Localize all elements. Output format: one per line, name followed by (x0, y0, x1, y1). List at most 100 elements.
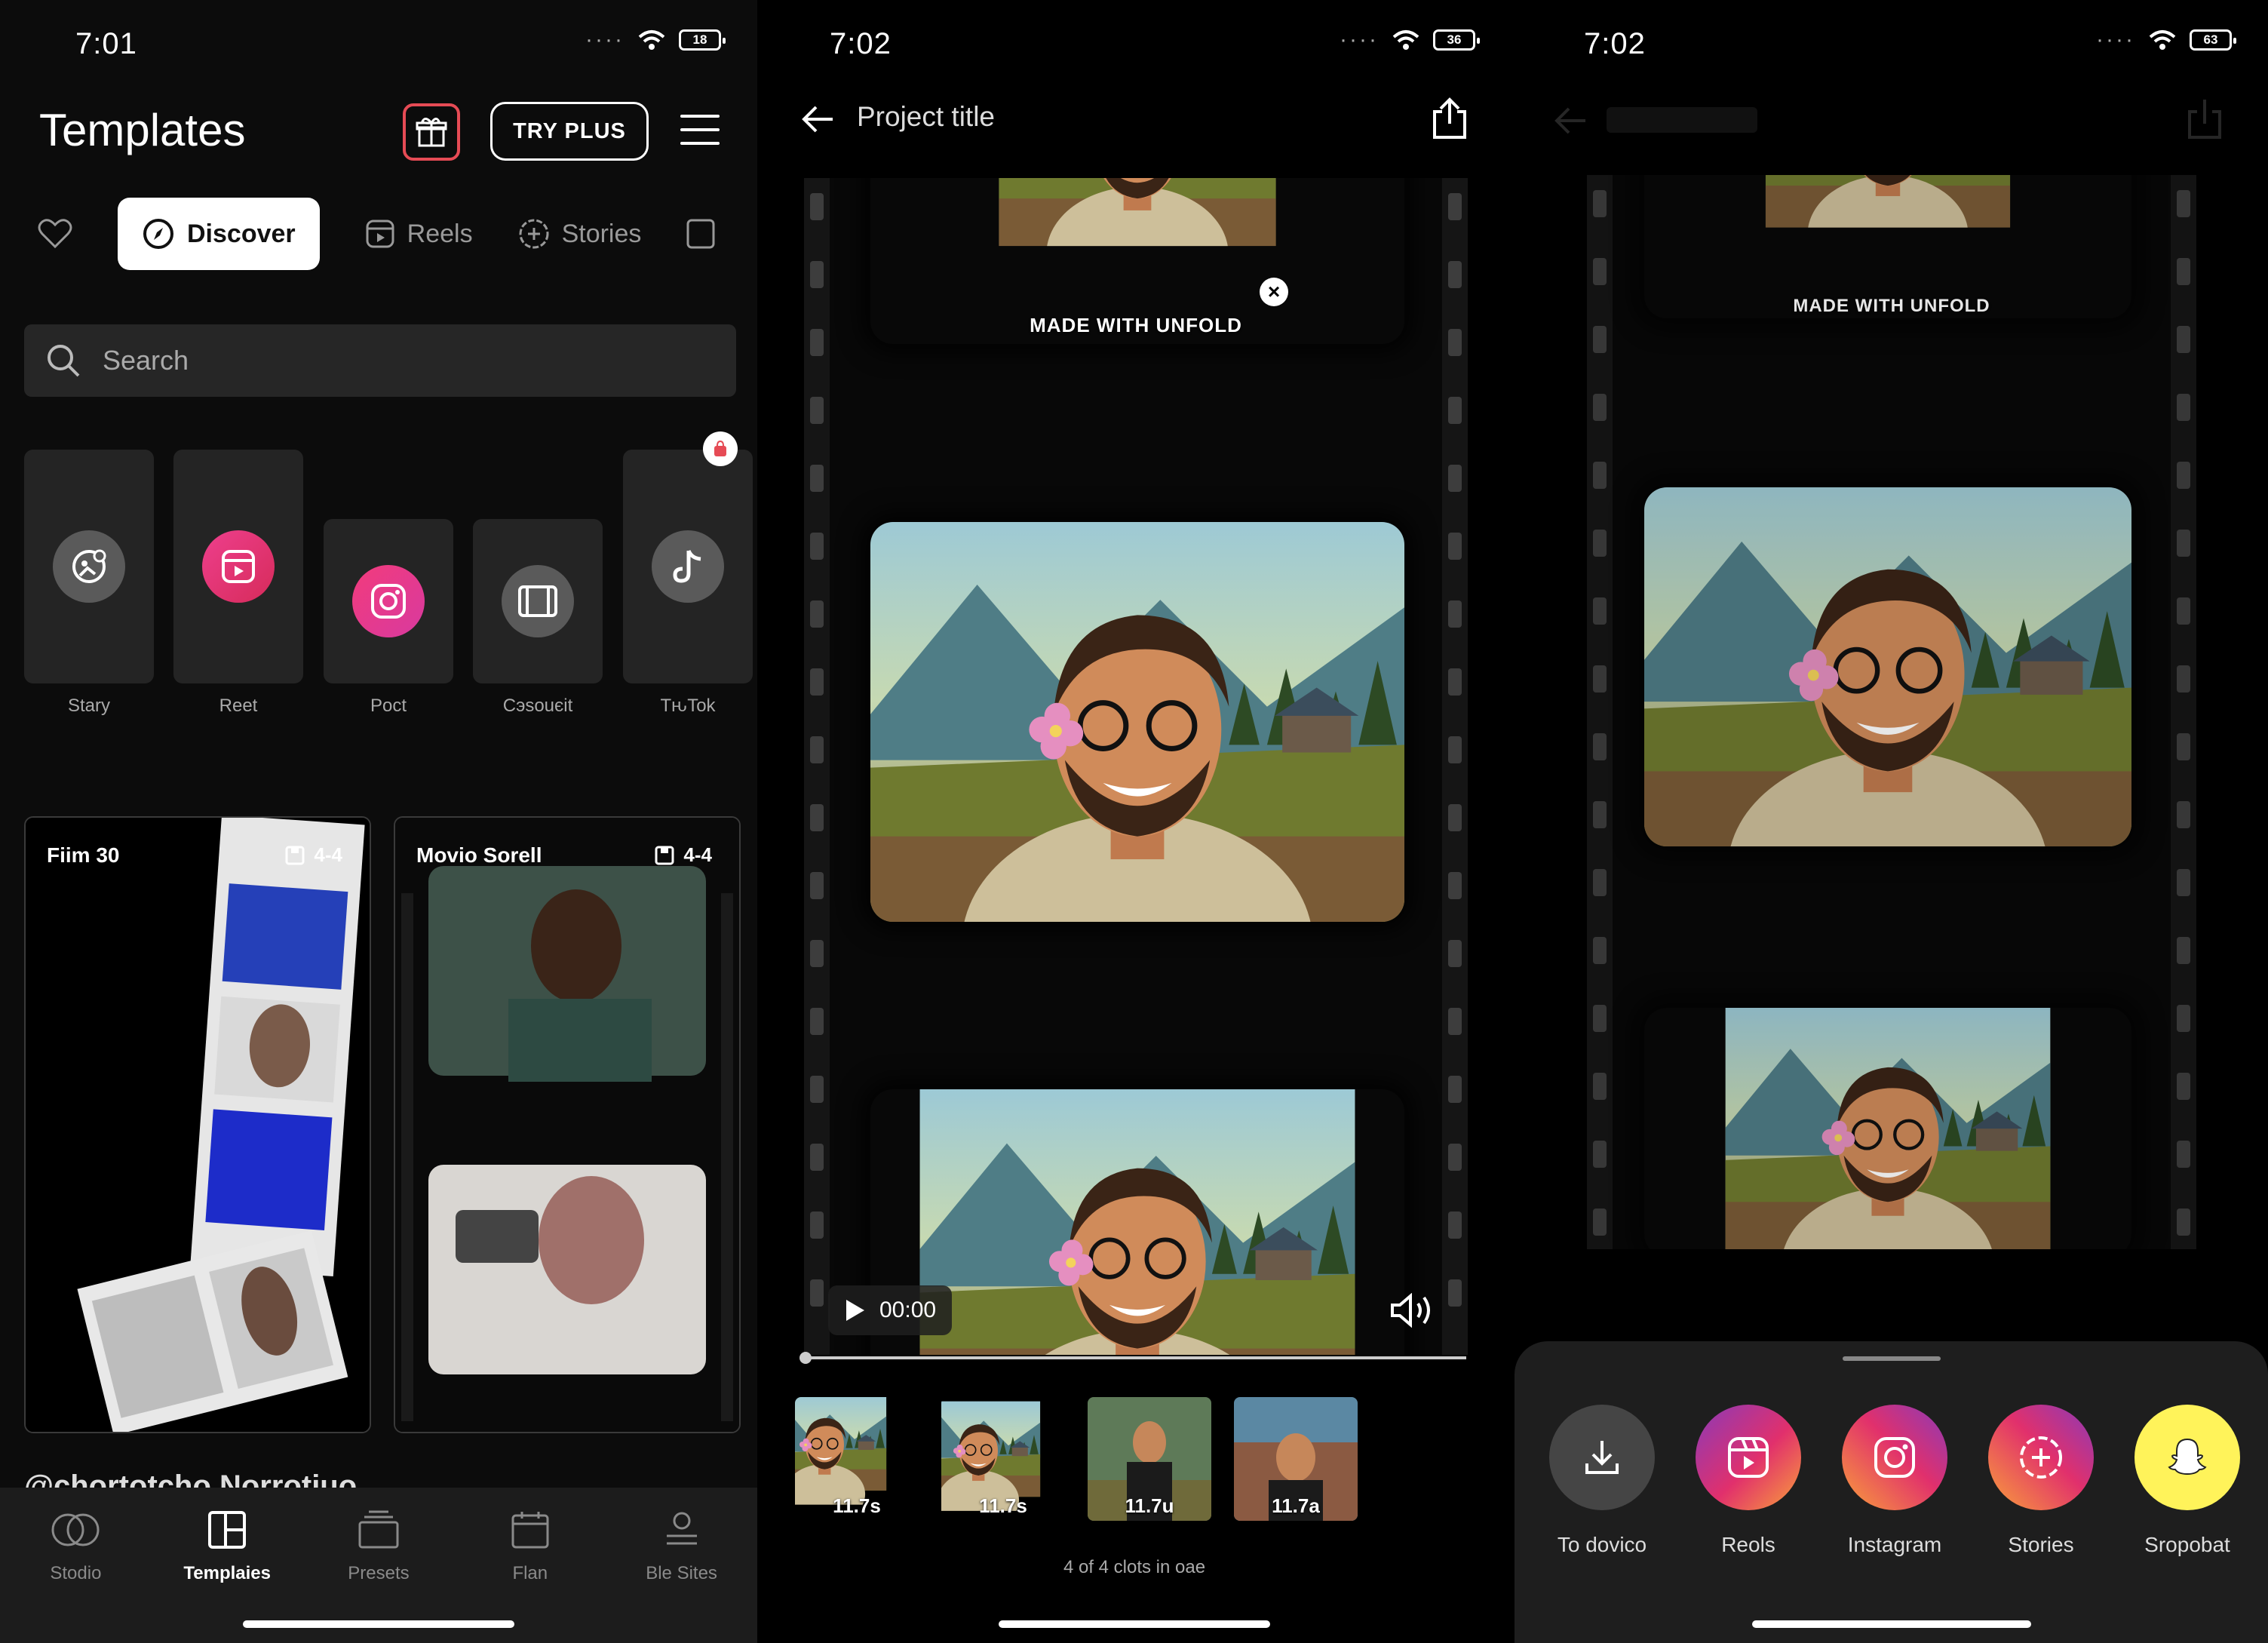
dest-stories[interactable]: Stories (1988, 1405, 2094, 1557)
status-bar: 7:01 ···· 18 (0, 21, 757, 66)
signal-dots: ···· (1340, 29, 1379, 51)
clip-thumb[interactable]: 11.7s (795, 1397, 919, 1521)
nav-bio-sites[interactable]: Ble Sites (606, 1488, 757, 1643)
format-tiktok-label: TԋTok (623, 696, 753, 717)
playback-timer[interactable]: 00:00 (828, 1285, 952, 1335)
nav-templates-label: Templaies (183, 1563, 271, 1584)
search-input[interactable]: Search (103, 345, 189, 376)
back-arrow-icon (1554, 106, 1588, 136)
tiktok-icon-wrap (652, 530, 724, 603)
calendar-icon (511, 1510, 550, 1549)
templates-screen: 7:01 ···· 18 Templates TRY PLUS Discover… (0, 0, 757, 1643)
dest-device-label: To dovico (1558, 1533, 1647, 1557)
project-title[interactable]: Project title (857, 101, 995, 133)
tab-discover-label: Discover (187, 220, 296, 249)
bag-icon (711, 440, 729, 458)
scrubber-track[interactable] (804, 1356, 1466, 1359)
tab-reels[interactable]: Reels (365, 219, 473, 249)
nav-plan-label: Flan (512, 1563, 548, 1584)
portrait-image (1644, 487, 2131, 846)
format-reel[interactable] (173, 450, 303, 683)
template-card-movie-scroll[interactable]: Movio Sorell 4-4 (394, 816, 741, 1433)
presets-icon (358, 1510, 400, 1549)
blurred-title (1607, 107, 1757, 133)
profile-icon (662, 1510, 701, 1549)
nav-bio-sites-label: Ble Sites (646, 1563, 717, 1584)
clip-thumb[interactable]: 11.7u (1088, 1397, 1211, 1521)
volume-icon[interactable] (1389, 1293, 1433, 1328)
template-name: Movio Sorell (416, 843, 542, 868)
wifi-icon (2149, 29, 2176, 51)
scrubber-handle[interactable] (799, 1352, 812, 1364)
gift-icon (415, 115, 448, 149)
heart-icon[interactable] (38, 218, 72, 250)
sheet-grabber[interactable] (1843, 1356, 1941, 1361)
dest-device[interactable]: To dovico (1549, 1405, 1655, 1557)
battery-icon: 63 (2190, 29, 2232, 51)
battery-icon: 18 (679, 29, 721, 51)
tab-stories[interactable]: Stories (518, 218, 642, 250)
watermark-badge: MADE WITH UNFOLD (804, 314, 1468, 337)
film-perforation-right (2171, 175, 2196, 1249)
template-card-film[interactable]: Fiim 30 4-4 (24, 816, 371, 1433)
tab-discover[interactable]: Discover (118, 198, 320, 270)
clip-thumbnails: 11.7s 11.7s 11.7u 11.7a (795, 1397, 1358, 1521)
templates-icon (207, 1510, 247, 1549)
dest-snapchat[interactable]: Sropobat (2134, 1405, 2240, 1557)
nav-studio[interactable]: Stodio (0, 1488, 152, 1643)
play-icon (845, 1298, 866, 1322)
signal-dots: ···· (585, 29, 625, 51)
clip-duration: 11.7a (1234, 1494, 1358, 1518)
reel-icon (220, 548, 256, 585)
clip-count-value: 4-4 (314, 843, 342, 867)
bottom-nav: Stodio Templaies Presets Flan Ble Sites (0, 1488, 757, 1643)
watermark-badge: MADE WITH UNFOLD (1587, 296, 2196, 317)
signal-dots: ···· (2096, 29, 2135, 51)
instagram-button[interactable] (1842, 1405, 1947, 1510)
nav-studio-label: Stodio (50, 1563, 101, 1584)
posts-tab-icon[interactable] (686, 219, 715, 249)
filmstrip-preview-dimmed: MADE WITH UNFOLD (1587, 175, 2196, 1249)
filmstrip-preview[interactable]: MADE WITH UNFOLD × (804, 178, 1468, 1355)
gift-button[interactable] (403, 103, 460, 161)
try-plus-button[interactable]: TRY PLUS (490, 102, 649, 161)
status-time: 7:02 (830, 27, 892, 61)
stories-icon (2017, 1433, 2065, 1482)
format-post[interactable] (324, 519, 453, 683)
share-icon (2187, 97, 2223, 140)
format-tiktok[interactable] (623, 450, 753, 683)
status-time: 7:02 (1584, 27, 1646, 61)
home-indicator (999, 1620, 1270, 1628)
back-arrow-icon[interactable] (801, 104, 836, 134)
project-preview-screen: 7:02 ···· 36 Project title MADE WITH UNF… (757, 0, 1511, 1643)
share-icon[interactable] (1432, 97, 1468, 140)
film-perforation-left (804, 178, 830, 1355)
search-bar[interactable]: Search (24, 324, 736, 397)
destination-row: To dovico Reols Instagram Stories (1549, 1405, 2240, 1557)
dest-instagram[interactable]: Instagram (1842, 1405, 1947, 1557)
carousel-icon-wrap (502, 565, 574, 637)
format-carousel[interactable] (473, 519, 603, 683)
format-row: Stary Reet Poct Cэsouєit TԋTok (24, 447, 757, 733)
clip-count: 4-4 (285, 843, 342, 867)
format-story-label: Stary (24, 696, 154, 717)
clip-thumb[interactable]: 11.7s (941, 1397, 1065, 1521)
snapchat-button[interactable] (2134, 1405, 2240, 1510)
tiktok-icon (671, 548, 705, 585)
home-indicator (243, 1620, 514, 1628)
reel-icon-wrap (202, 530, 275, 603)
remove-watermark-close-icon[interactable]: × (1260, 278, 1288, 306)
page-title: Templates (39, 104, 245, 156)
clip-thumb[interactable]: 11.7a (1234, 1397, 1358, 1521)
menu-icon[interactable] (680, 115, 720, 148)
dest-reels[interactable]: Reols (1696, 1405, 1801, 1557)
stories-button[interactable] (1988, 1405, 2094, 1510)
home-indicator (1752, 1620, 2031, 1628)
dest-snapchat-label: Sropobat (2144, 1533, 2230, 1557)
format-story[interactable] (24, 450, 154, 683)
clips-icon (285, 846, 305, 865)
snapchat-icon (2165, 1435, 2210, 1480)
download-button[interactable] (1549, 1405, 1655, 1510)
stories-icon (518, 218, 550, 250)
reels-button[interactable] (1696, 1405, 1801, 1510)
